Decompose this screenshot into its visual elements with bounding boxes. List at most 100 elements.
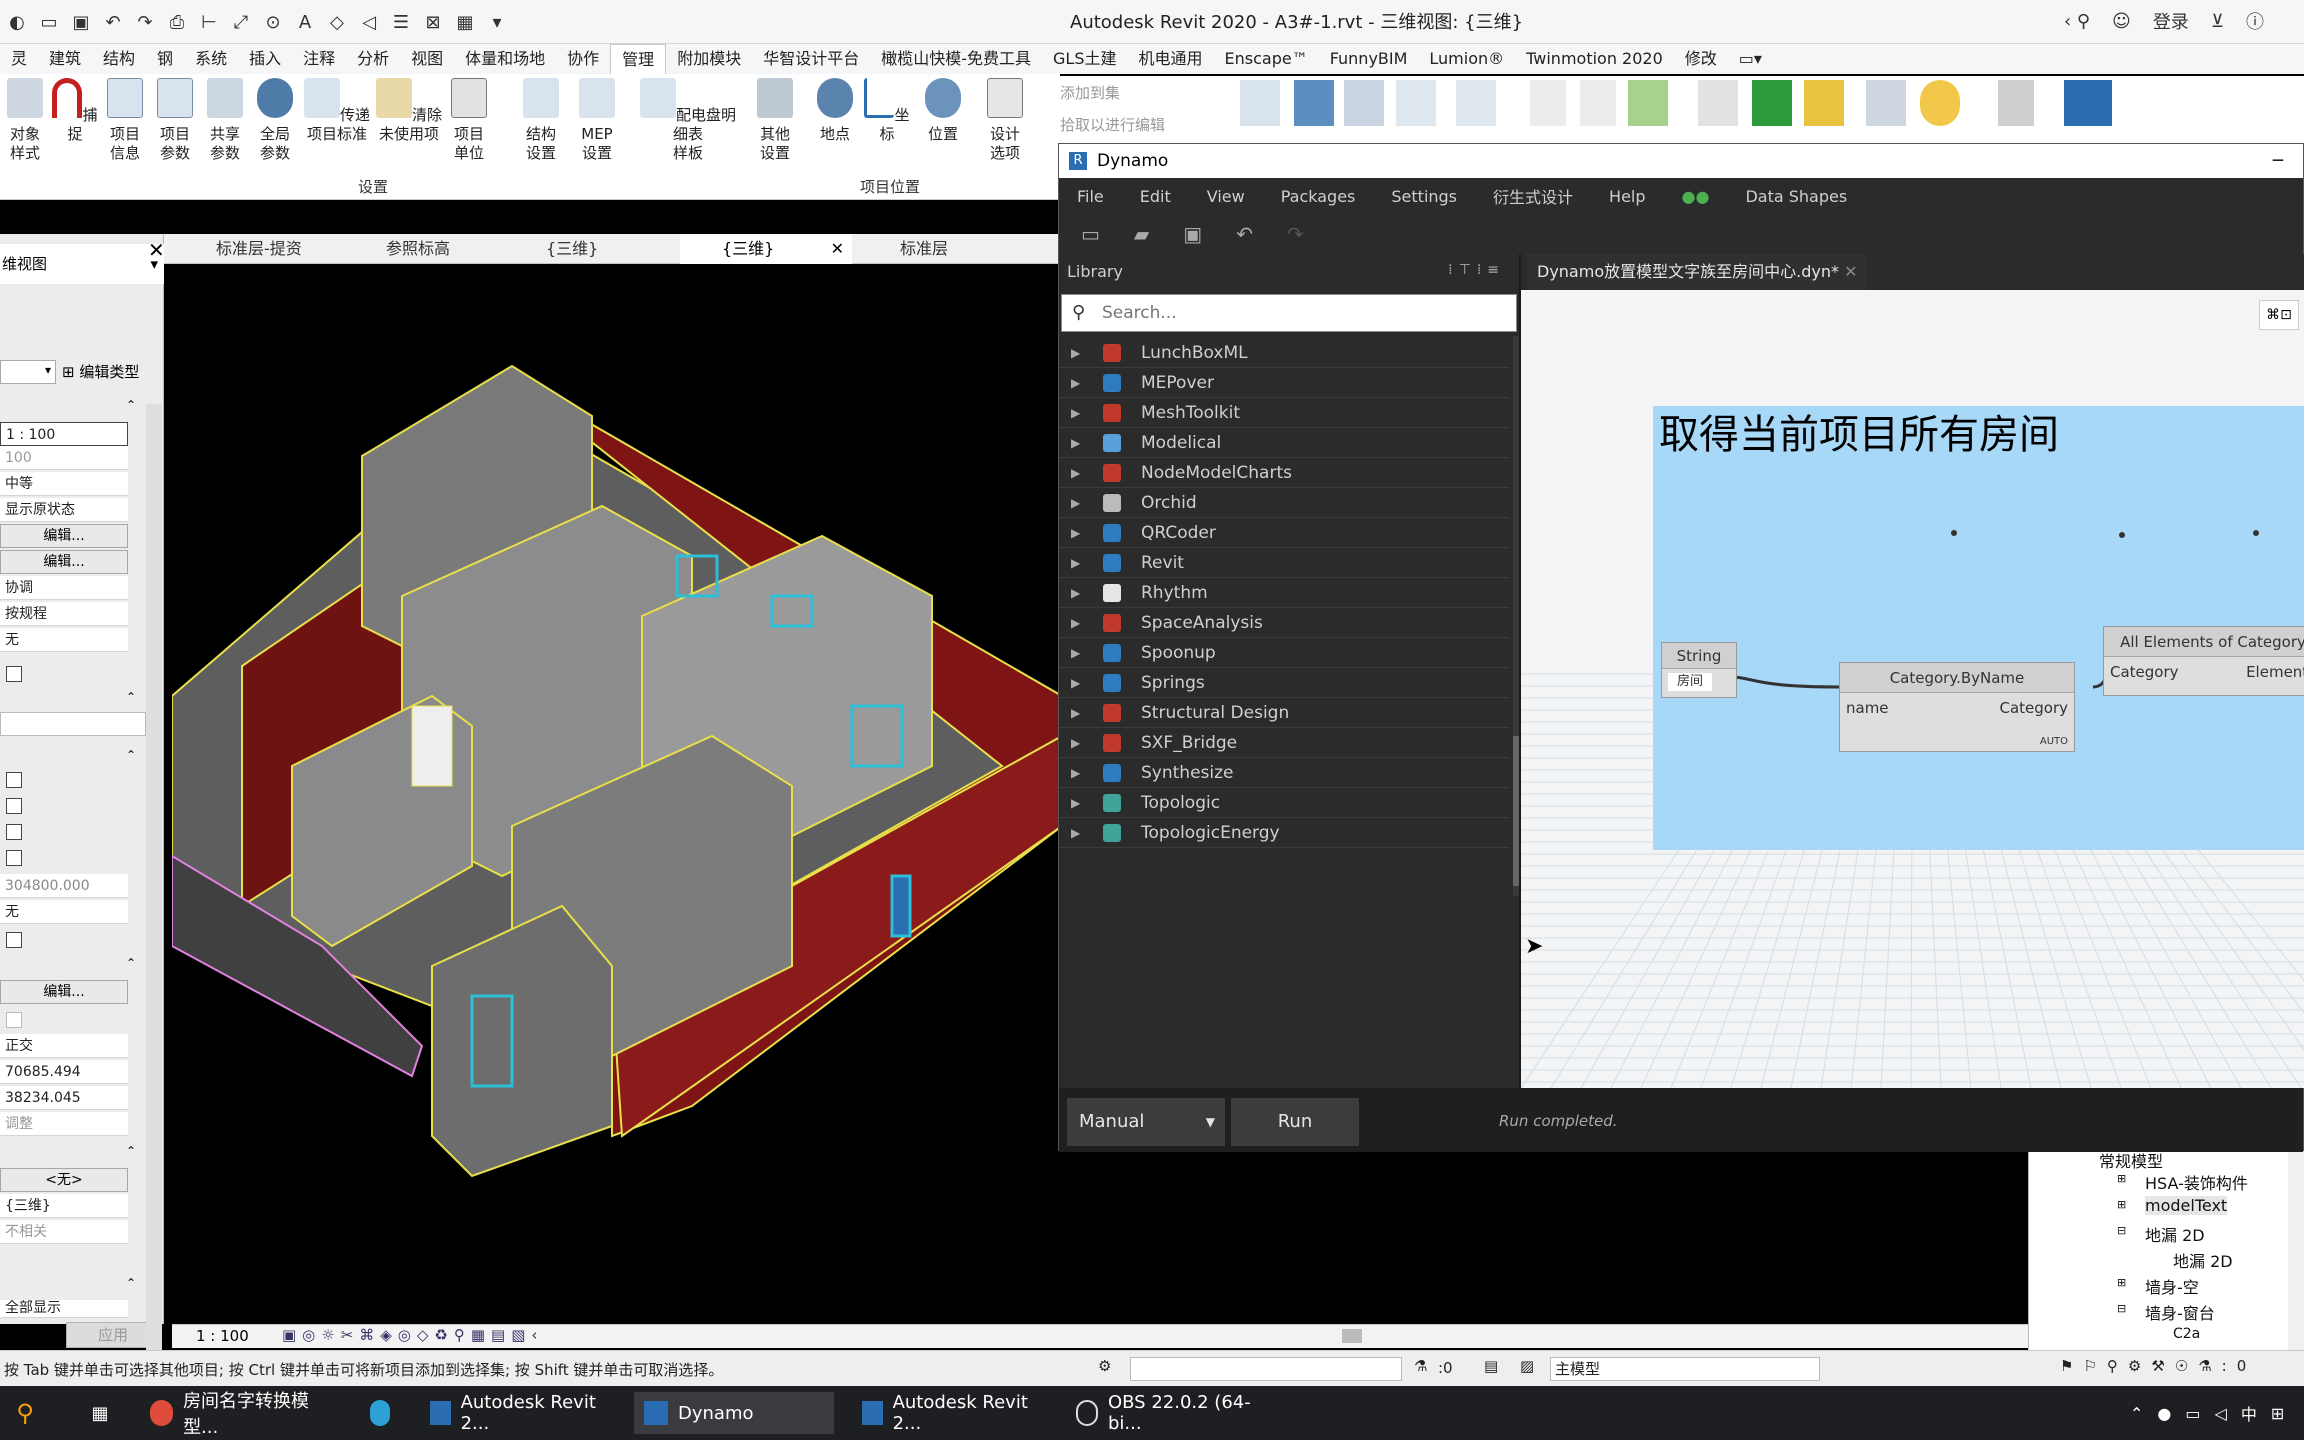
user-icon[interactable]: ☺	[2112, 11, 2131, 32]
switch-windows-icon[interactable]: ▦	[452, 12, 478, 33]
show-hidden-lines-field[interactable]: 按规程	[0, 602, 128, 626]
notifications-status-icon[interactable]: ●●	[1664, 187, 1728, 206]
view-scale-field[interactable]: 1 : 100	[0, 422, 128, 446]
tab-reference-level[interactable]: 参照标高	[344, 234, 450, 264]
expand-arrow-icon[interactable]: ▶	[1071, 818, 1080, 848]
extents-field[interactable]	[0, 712, 146, 736]
vg-edit-button[interactable]: 编辑...	[0, 524, 128, 548]
dynamo-menu-item[interactable]: 衍生式设计	[1475, 184, 1591, 208]
view-controls-icons[interactable]: ▣◎☼✂⌘◈◎◇♻⚲▦▤▧‹	[282, 1326, 543, 1344]
taskbar-chrome[interactable]: 房间名字转换模型...	[140, 1391, 336, 1438]
section-collapse-icon[interactable]: ⌃	[126, 956, 136, 970]
login-link[interactable]: 登录	[2153, 8, 2189, 34]
macro-manager-icon[interactable]	[1866, 80, 1906, 126]
expand-arrow-icon[interactable]: ▶	[1071, 668, 1080, 698]
editable-only-icon[interactable]: ▤	[1484, 1357, 1498, 1375]
string-value-input[interactable]: 房间	[1668, 673, 1712, 691]
ribbon-tab[interactable]: 视图	[400, 44, 454, 74]
pick-to-edit-button[interactable]: 拾取以进行编辑	[1060, 114, 1165, 135]
workspace-canvas[interactable]: Dynamo放置模型文字族至房间中心.dyn* ✕ ⌘⊡ 取得当前项目所有房间 …	[1521, 254, 2304, 1088]
ribbon-tab[interactable]: FunnyBIM	[1319, 44, 1419, 74]
browser-item[interactable]: 墙身-窗台	[2145, 1300, 2215, 1324]
output-port-elements[interactable]: Elements	[2246, 663, 2304, 681]
worksets-icon[interactable]: ⚙	[1098, 1357, 1111, 1375]
tray-chevron-icon[interactable]: ⌃	[2130, 1404, 2143, 1423]
phases-icon[interactable]	[1456, 80, 1496, 126]
collapse-icon[interactable]: ⊟	[2117, 1224, 2126, 1237]
package-item[interactable]: ▶ NodeModelCharts	[1059, 458, 1509, 488]
graphic-display-edit-button[interactable]: 编辑...	[0, 550, 128, 574]
expand-icon[interactable]: ⊞	[2117, 1198, 2126, 1211]
type-selector[interactable]: 维视图 ▾	[0, 244, 164, 284]
package-item[interactable]: ▶ MEPover	[1059, 368, 1509, 398]
coordinates-button[interactable]: 坐标	[862, 78, 912, 144]
checkbox[interactable]	[6, 932, 22, 948]
default-analysis-field[interactable]: 无	[0, 628, 128, 652]
ids-of-selection-icon[interactable]	[1698, 80, 1738, 126]
ribbon-tab[interactable]: 分析	[346, 44, 400, 74]
ribbon-tab[interactable]: 体量和场地	[454, 44, 556, 74]
package-item[interactable]: ▶ Rhythm	[1059, 578, 1509, 608]
tab-3d-view-active[interactable]: {三维} ✕	[680, 234, 852, 264]
expand-arrow-icon[interactable]: ▶	[1071, 698, 1080, 728]
add-to-set-button[interactable]: 添加到集	[1060, 82, 1120, 103]
dynamo-menu-item[interactable]: Data Shapes	[1727, 187, 1865, 206]
view-name-field[interactable]: {三维}	[0, 1194, 128, 1218]
taskbar-revit-1[interactable]: Autodesk Revit 2...	[420, 1392, 616, 1434]
run-mode-dropdown[interactable]: Manual ▼	[1067, 1098, 1225, 1146]
checkbox[interactable]	[6, 1012, 22, 1028]
view-scale-label[interactable]: 1 : 100	[196, 1327, 249, 1345]
view-template-button[interactable]: <无>	[0, 1168, 128, 1192]
close-tab-icon[interactable]: ✕	[1844, 262, 1857, 281]
ribbon-tab[interactable]: 管理	[610, 44, 667, 74]
section-collapse-icon[interactable]: ⌃	[126, 1144, 136, 1158]
ribbon-tab[interactable]: 建筑	[38, 44, 92, 74]
expand-arrow-icon[interactable]: ▶	[1071, 728, 1080, 758]
expand-arrow-icon[interactable]: ▶	[1071, 428, 1080, 458]
expand-arrow-icon[interactable]: ▶	[1071, 578, 1080, 608]
scrollbar-thumb[interactable]	[1513, 736, 1519, 886]
save-icon[interactable]: ▣	[68, 12, 94, 33]
network-icon[interactable]: ▭	[2185, 1404, 2200, 1423]
expand-arrow-icon[interactable]: ▶	[1071, 338, 1080, 368]
ribbon-tab[interactable]: GLS土建	[1042, 44, 1127, 74]
package-item[interactable]: ▶ Springs	[1059, 668, 1509, 698]
ribbon-tab[interactable]: 钢	[146, 44, 184, 74]
app-launcher-icon[interactable]: ▦	[80, 1392, 120, 1434]
expand-arrow-icon[interactable]: ▶	[1071, 758, 1080, 788]
ribbon-tab[interactable]: Lumion®	[1418, 44, 1515, 74]
help-icon[interactable]: ⓘ	[2246, 8, 2264, 34]
project-info-button[interactable]: 项目 信息	[100, 78, 150, 163]
library-scrollbar[interactable]	[1513, 336, 1519, 896]
mep-settings-button[interactable]: MEP 设置	[572, 78, 622, 163]
package-item[interactable]: ▶ Modelical	[1059, 428, 1509, 458]
load-selection-icon[interactable]	[1580, 80, 1616, 126]
detail-level-field[interactable]: 中等	[0, 472, 128, 496]
package-item[interactable]: ▶ MeshToolkit	[1059, 398, 1509, 428]
dimension-icon[interactable]: ⤢	[228, 12, 254, 33]
projection-mode-field[interactable]: 正交	[0, 1034, 128, 1058]
cart-icon[interactable]: ⊻	[2211, 11, 2224, 32]
ribbon-tab[interactable]: 修改	[1674, 44, 1728, 74]
browser-item[interactable]: C2a	[2173, 1326, 2200, 1342]
parts-visibility-field[interactable]: 显示原状态	[0, 498, 128, 522]
eye-elevation-field[interactable]: 70685.494	[0, 1060, 128, 1084]
tab-standard-floor[interactable]: 标准层	[858, 234, 948, 264]
ribbon-tab[interactable]: 橄榄山快模-免费工具	[870, 44, 1042, 74]
text-icon[interactable]: A	[292, 12, 318, 33]
select-by-id-icon[interactable]	[1752, 80, 1792, 126]
collapse-icon[interactable]: ⊟	[2117, 1302, 2126, 1315]
dynamo-icon[interactable]	[2064, 80, 2112, 126]
properties-scrollbar[interactable]	[146, 404, 162, 1414]
ribbon-tab[interactable]: 华智设计平台	[752, 44, 870, 74]
expand-arrow-icon[interactable]: ▶	[1071, 788, 1080, 818]
tag-icon[interactable]: ⊙	[260, 12, 286, 33]
category-byname-node[interactable]: Category.ByName name Category AUTO	[1839, 662, 2075, 752]
edit-type-button[interactable]: ⊞ 编辑类型	[62, 360, 162, 384]
project-units-button[interactable]: 项目 单位	[444, 78, 494, 163]
macro-security-icon[interactable]	[1920, 80, 1960, 126]
selection-toggles-icons[interactable]: ⚑⚐⚲⚙⚒☉⚗:0	[2060, 1357, 2256, 1375]
package-item[interactable]: ▶ SpaceAnalysis	[1059, 608, 1509, 638]
package-item[interactable]: ▶ QRCoder	[1059, 518, 1509, 548]
section-collapse-icon[interactable]: ⌃	[126, 398, 136, 412]
